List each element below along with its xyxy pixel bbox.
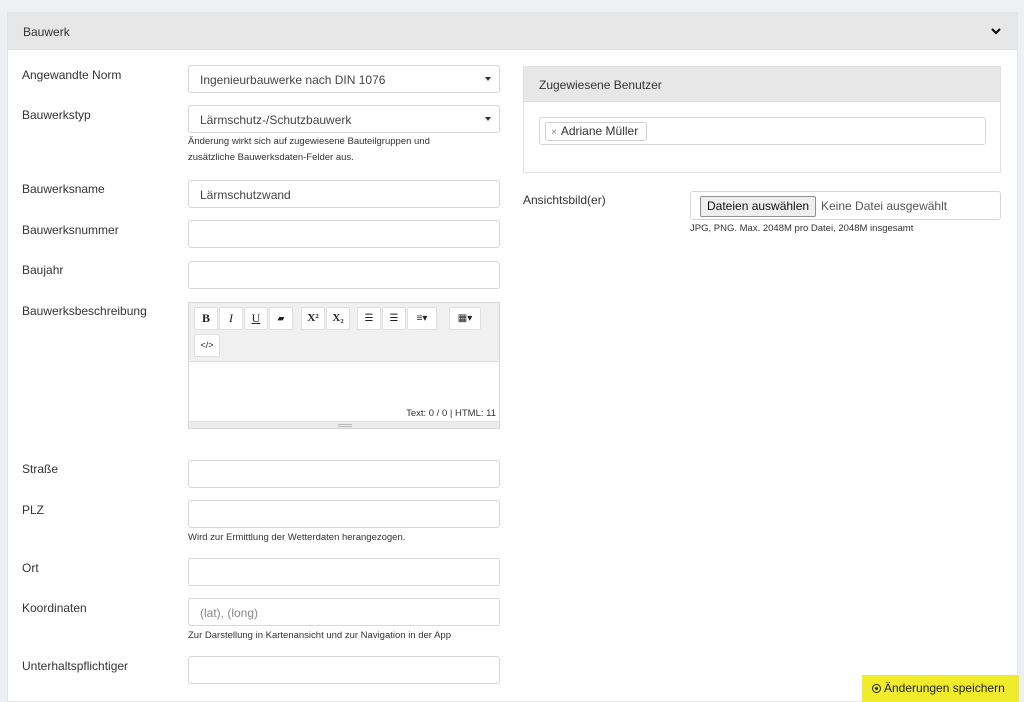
images-file-input[interactable]: Dateien auswählen Keine Datei ausgewählt (690, 191, 1001, 220)
description-editor: B I U ▰ X² X₂ ☰ ☰ ≡▾ ▦▾ </> Text: 0 / 0 … (188, 302, 500, 429)
italic-button[interactable]: I (219, 307, 243, 330)
save-circle-icon (872, 684, 881, 693)
choose-files-button[interactable]: Dateien auswählen (700, 196, 817, 217)
city-input[interactable] (188, 558, 500, 586)
caret-down-icon (485, 117, 491, 121)
eraser-icon[interactable]: ▰ (269, 307, 293, 330)
assigned-users-title: Zugewiesene Benutzer (539, 78, 662, 92)
type-select[interactable]: Lärmschutz-/Schutzbauwerk (188, 105, 500, 133)
year-input[interactable] (188, 261, 500, 289)
bold-button[interactable]: B (194, 307, 218, 330)
zip-input[interactable] (188, 500, 500, 528)
editor-toolbar: B I U ▰ X² X₂ ☰ ☰ ≡▾ ▦▾ </> (189, 303, 499, 362)
underline-button[interactable]: U (244, 307, 268, 330)
align-dropdown-icon[interactable]: ≡▾ (407, 307, 437, 330)
table-dropdown-icon[interactable]: ▦▾ (449, 307, 481, 330)
street-input[interactable] (188, 460, 500, 488)
coords-help: Zur Darstellung in Kartenansicht und zur… (188, 630, 451, 641)
images-label: Ansichtsbild(er) (523, 193, 606, 207)
editor-status: Text: 0 / 0 | HTML: 11 (406, 408, 496, 419)
norm-label: Angewandte Norm (22, 68, 122, 82)
zip-help: Wird zur Ermittlung der Wetterdaten hera… (188, 532, 406, 543)
maintainer-input[interactable] (188, 656, 500, 684)
description-label: Bauwerksbeschreibung (22, 304, 147, 318)
maintainer-label: Unterhaltspflichtiger (22, 659, 129, 673)
street-label: Straße (22, 462, 59, 476)
type-label: Bauwerkstyp (22, 108, 91, 122)
name-input[interactable]: Lärmschutzwand (188, 180, 500, 208)
ordered-list-icon[interactable]: ☰ (382, 307, 406, 330)
zip-label: PLZ (22, 503, 45, 517)
coords-label: Koordinaten (22, 601, 87, 615)
save-changes-button[interactable]: Änderungen speichern (862, 675, 1019, 702)
year-label: Baujahr (22, 263, 64, 277)
chevron-down-icon[interactable] (989, 24, 1003, 38)
subscript-button[interactable]: X₂ (326, 307, 350, 330)
editor-resize-handle[interactable] (189, 421, 499, 428)
assigned-users-card: Zugewiesene Benutzer × Adriane Müller (523, 66, 1001, 173)
caret-down-icon (485, 77, 491, 81)
norm-select[interactable]: Ingenieurbauwerke nach DIN 1076 (188, 65, 500, 93)
user-tag: × Adriane Müller (545, 122, 648, 141)
superscript-button[interactable]: X² (301, 307, 325, 330)
panel-header[interactable]: Bauwerk (8, 13, 1017, 50)
number-input[interactable] (188, 220, 500, 248)
city-label: Ort (22, 561, 39, 575)
type-help: Änderung wirkt sich auf zugewiesene Baut… (188, 136, 430, 163)
assigned-users-select[interactable]: × Adriane Müller (539, 117, 986, 145)
number-label: Bauwerksnummer (22, 223, 119, 237)
editor-content-area[interactable] (189, 363, 499, 407)
name-label: Bauwerksname (22, 182, 105, 196)
code-view-button[interactable]: </> (194, 334, 220, 357)
remove-tag-icon[interactable]: × (551, 127, 557, 138)
panel-title: Bauwerk (23, 25, 70, 39)
unordered-list-icon[interactable]: ☰ (357, 307, 381, 330)
no-file-text: Keine Datei ausgewählt (821, 199, 948, 213)
coords-input[interactable]: (lat), (long) (188, 598, 500, 626)
images-help: JPG, PNG. Max. 2048M pro Datei, 2048M in… (690, 223, 914, 234)
